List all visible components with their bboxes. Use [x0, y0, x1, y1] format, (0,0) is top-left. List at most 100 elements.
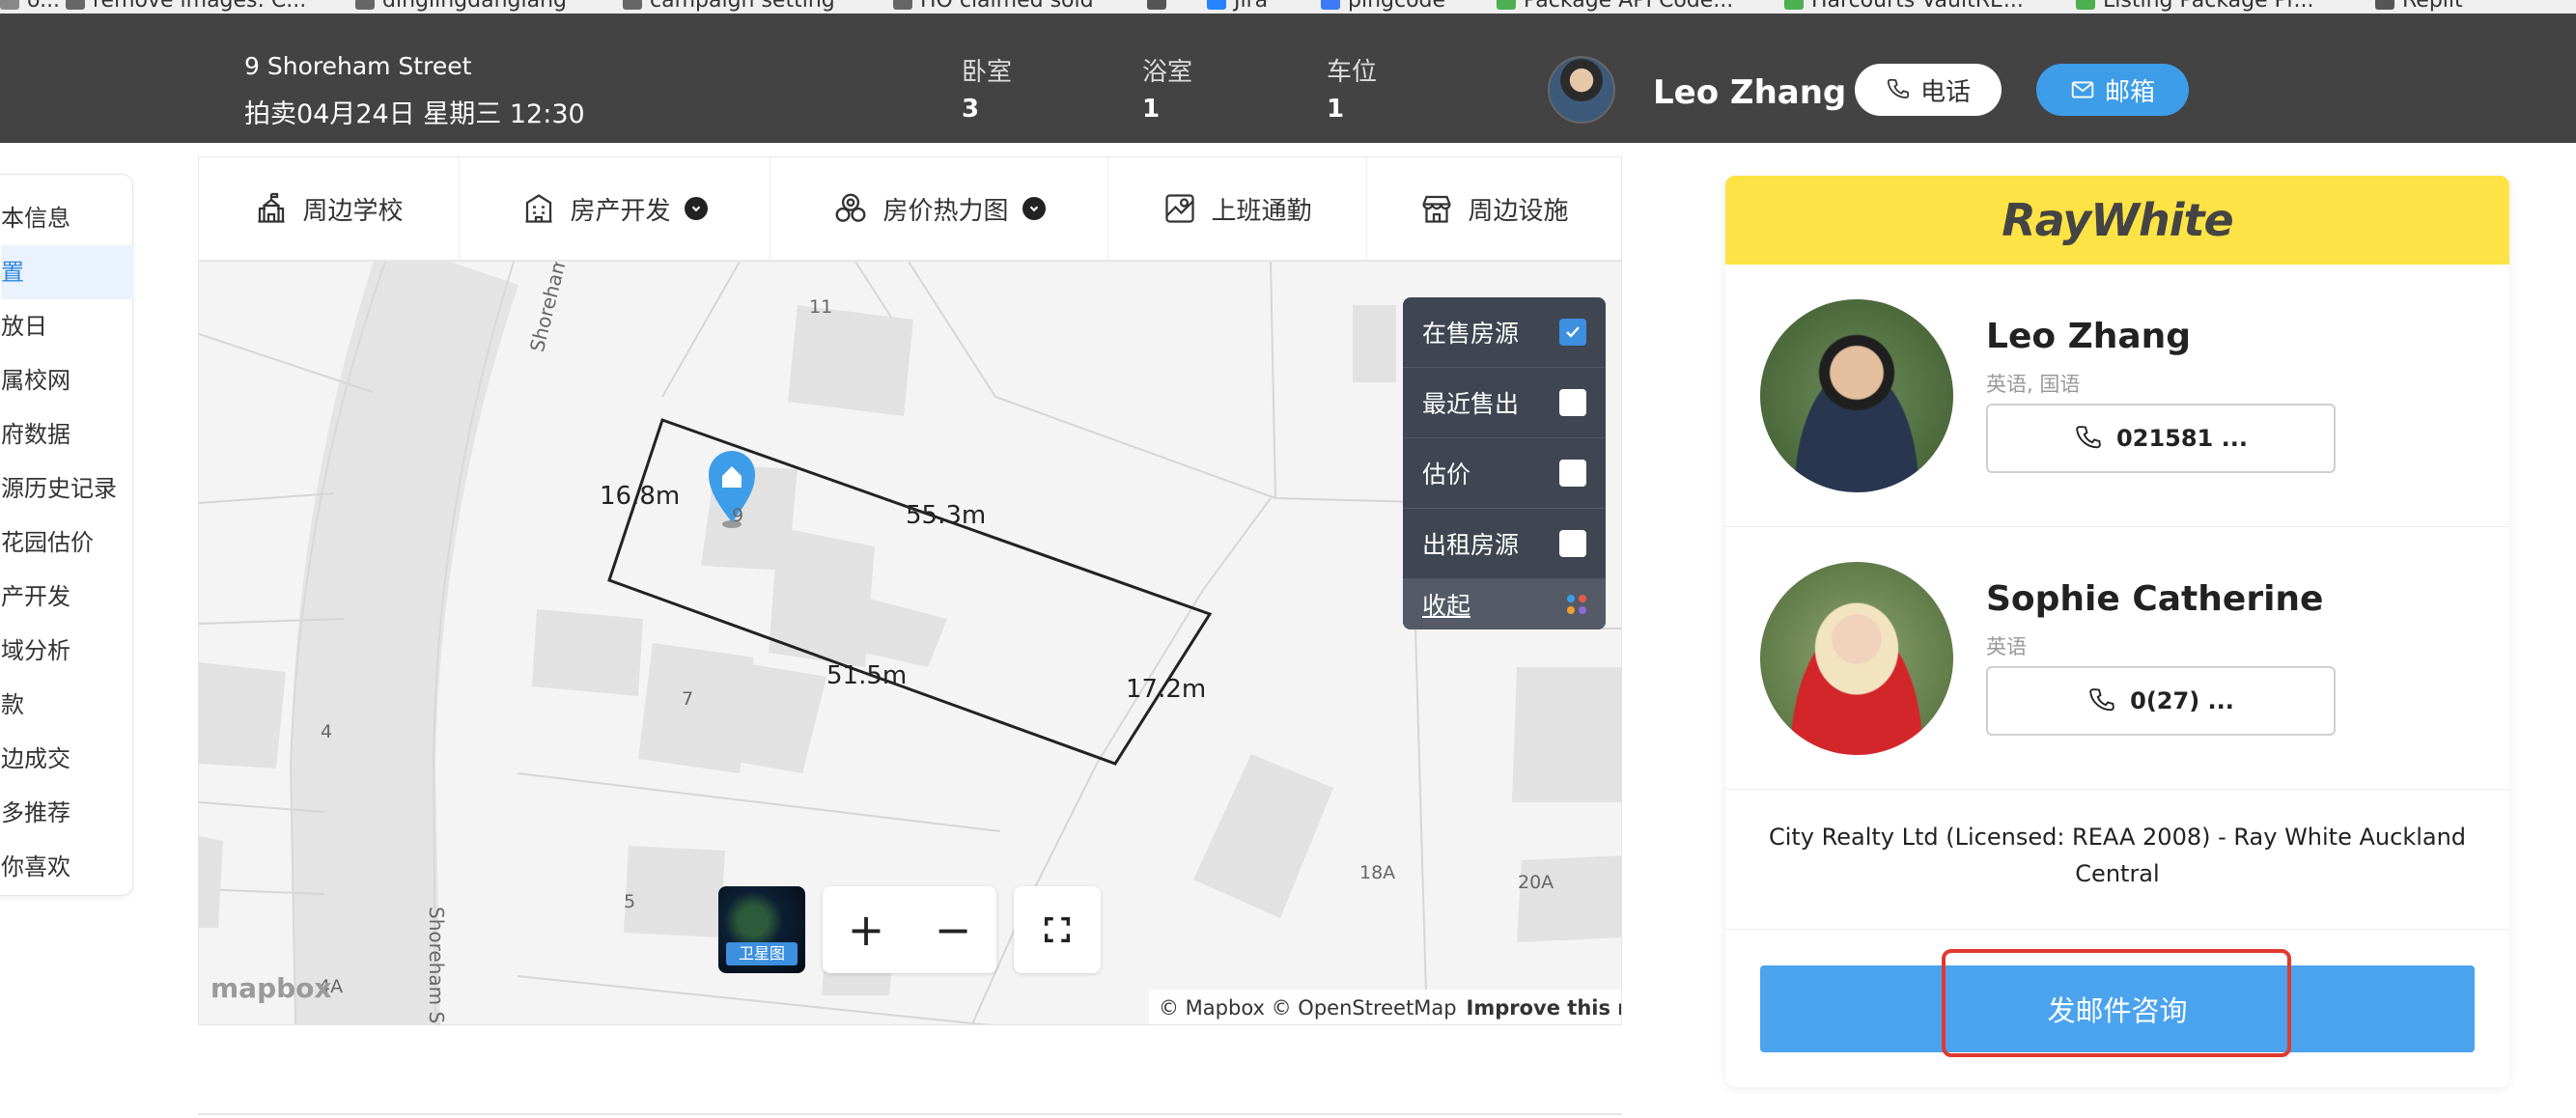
sidenav-item[interactable]: 域分析	[1, 624, 133, 678]
tab-label: 上班通勤	[1211, 196, 1312, 226]
layer-for-sale[interactable]: 在售房源	[1403, 297, 1606, 368]
parking-label: 车位	[1327, 58, 1378, 87]
phone-icon	[1887, 78, 1910, 98]
bookmark-item[interactable]: Listing Package Pr...	[2076, 0, 2314, 14]
auction-time: 拍卖04月24日 星期三 12:30	[244, 99, 585, 129]
bookmark-item[interactable]: pingcode	[1321, 0, 1445, 14]
bookmark-icon	[1207, 0, 1226, 10]
layer-recently-sold[interactable]: 最近售出	[1403, 368, 1606, 438]
lot-number: 11	[809, 296, 833, 318]
tab-nearby-facilities[interactable]: 周边设施	[1367, 157, 1621, 260]
lot-measurement: 16.8m	[600, 482, 681, 511]
avatar[interactable]	[1760, 562, 1953, 755]
bookmark-item[interactable]: HO claimed sold	[893, 0, 1094, 14]
sidenav-item[interactable]: 置	[1, 245, 133, 299]
satellite-toggle[interactable]: 卫星图	[718, 886, 805, 973]
bookmark-icon	[893, 0, 912, 10]
layer-rentals[interactable]: 出租房源	[1403, 509, 1606, 579]
bookmark-icon	[1784, 0, 1804, 10]
chevron-down-icon	[684, 197, 708, 220]
lot-measurement: 17.2m	[1126, 675, 1207, 704]
sidenav-item[interactable]: 府数据	[1, 407, 133, 461]
checkbox-checked[interactable]	[1559, 319, 1586, 346]
tab-label: 周边设施	[1468, 196, 1569, 226]
parking-value: 1	[1327, 95, 1345, 124]
agent-name[interactable]: Sophie Catherine	[1986, 579, 2323, 619]
bookmark-item[interactable]: remove images: C...	[66, 0, 306, 14]
bookmark-item[interactable]: campaign setting	[623, 0, 835, 14]
bookmark-item[interactable]: Harcourts VaultRE...	[1784, 0, 2024, 14]
agent-phone-button[interactable]: 0(27) ...	[1986, 666, 2336, 736]
zoom-out-button[interactable]: −	[910, 886, 996, 973]
agent-phone: 021581 ...	[2116, 425, 2248, 452]
layer-valuation[interactable]: 估价	[1403, 438, 1606, 509]
sidenav-item[interactable]: 花园估价	[1, 516, 133, 570]
property-map[interactable]: 16.8m 55.3m 51.5m 17.2m 11 9 7 4 5 18A 2…	[198, 261, 1622, 1025]
avatar[interactable]	[1760, 299, 1953, 492]
sidenav-item[interactable]: 你喜欢	[1, 840, 133, 894]
sidenav-item[interactable]: 属校网	[1, 353, 133, 407]
map-tabs: 周边学校 房产开发 房价热力图 上班通勤 周边设施	[198, 156, 1622, 261]
bookmark-item[interactable]: Package API Code...	[1497, 0, 1733, 14]
agent-phone: 0(27) ...	[2130, 687, 2234, 714]
bookmark-label: Listing Package Pr...	[2103, 0, 2314, 13]
bookmarks-bar: o... remove images: C... dinglingdanglang c…	[0, 0, 2576, 14]
bookmark-label: pingcode	[1348, 0, 1446, 13]
satellite-label: 卫星图	[726, 942, 798, 965]
bookmark-item[interactable]: o...	[0, 0, 60, 14]
tab-label: 房产开发	[570, 196, 671, 226]
collapse-layers[interactable]: 收起	[1403, 579, 1606, 629]
mail-icon	[2071, 81, 2094, 98]
bookmark-item[interactable]	[1147, 0, 1174, 14]
agent-name[interactable]: Leo Zhang	[1653, 73, 1846, 112]
email-button[interactable]: 邮箱	[2036, 64, 2189, 116]
tab-nearby-schools[interactable]: 周边学校	[199, 157, 460, 260]
sidenav-item[interactable]: 款	[1, 678, 133, 732]
bookmark-icon	[355, 0, 375, 10]
zoom-in-button[interactable]: +	[823, 886, 910, 973]
tab-label: 房价热力图	[882, 196, 1009, 226]
mapbox-logo[interactable]: mapbox	[210, 972, 331, 1004]
tab-price-heatmap[interactable]: 房价热力图	[770, 157, 1108, 260]
collapse-link[interactable]: 收起	[1422, 587, 1470, 622]
checkbox[interactable]	[1559, 389, 1586, 416]
layer-label: 估价	[1422, 461, 1471, 489]
bookmark-icon	[623, 0, 642, 10]
bathrooms-label: 浴室	[1142, 58, 1193, 87]
improve-map-link[interactable]: Improve this map	[1467, 996, 1621, 1020]
lot-number: 9	[732, 505, 744, 526]
checkbox[interactable]	[1559, 460, 1586, 487]
sidenav-item[interactable]: 放日	[1, 299, 133, 353]
lot-measurement: 55.3m	[906, 501, 987, 530]
sidenav-item[interactable]: 源历史记录	[1, 461, 133, 516]
agent-name[interactable]: Leo Zhang	[1986, 317, 2191, 356]
tab-commute[interactable]: 上班通勤	[1108, 157, 1367, 260]
tab-property-development[interactable]: 房产开发	[460, 157, 770, 260]
agent-phone-button[interactable]: 021581 ...	[1986, 404, 2336, 473]
bookmark-label: remove images: C...	[93, 0, 307, 13]
sidenav-item[interactable]: 边成交	[1, 732, 133, 786]
sidenav-item[interactable]: 本信息	[1, 191, 133, 245]
bookmark-icon	[1497, 0, 1516, 10]
sidenav-item[interactable]: 产开发	[1, 570, 133, 624]
bookmark-label: dinglingdanglang	[382, 0, 567, 13]
bathrooms-value: 1	[1142, 95, 1161, 124]
lot-number: 20A	[1518, 872, 1554, 893]
store-icon	[1422, 195, 1452, 223]
chevron-down-icon	[1022, 197, 1046, 220]
bedrooms-label: 卧室	[962, 58, 1013, 87]
layer-label: 出租房源	[1422, 531, 1520, 559]
bookmark-icon	[0, 0, 19, 10]
tab-label: 周边学校	[302, 196, 404, 226]
color-dots-icon	[1567, 595, 1586, 614]
attribution-text[interactable]: © Mapbox © OpenStreetMap	[1159, 996, 1457, 1020]
layer-label: 最近售出	[1422, 390, 1520, 418]
fullscreen-button[interactable]	[1014, 886, 1101, 973]
checkbox[interactable]	[1559, 530, 1586, 557]
call-button[interactable]: 电话	[1855, 64, 2002, 116]
agent-avatar[interactable]	[1548, 56, 1615, 124]
sidenav-item[interactable]: 多推荐	[1, 786, 133, 840]
bookmark-item[interactable]: Jira	[1207, 0, 1268, 14]
bookmark-item[interactable]: dinglingdanglang	[355, 0, 567, 14]
bookmark-item[interactable]: Replit	[2375, 0, 2463, 14]
